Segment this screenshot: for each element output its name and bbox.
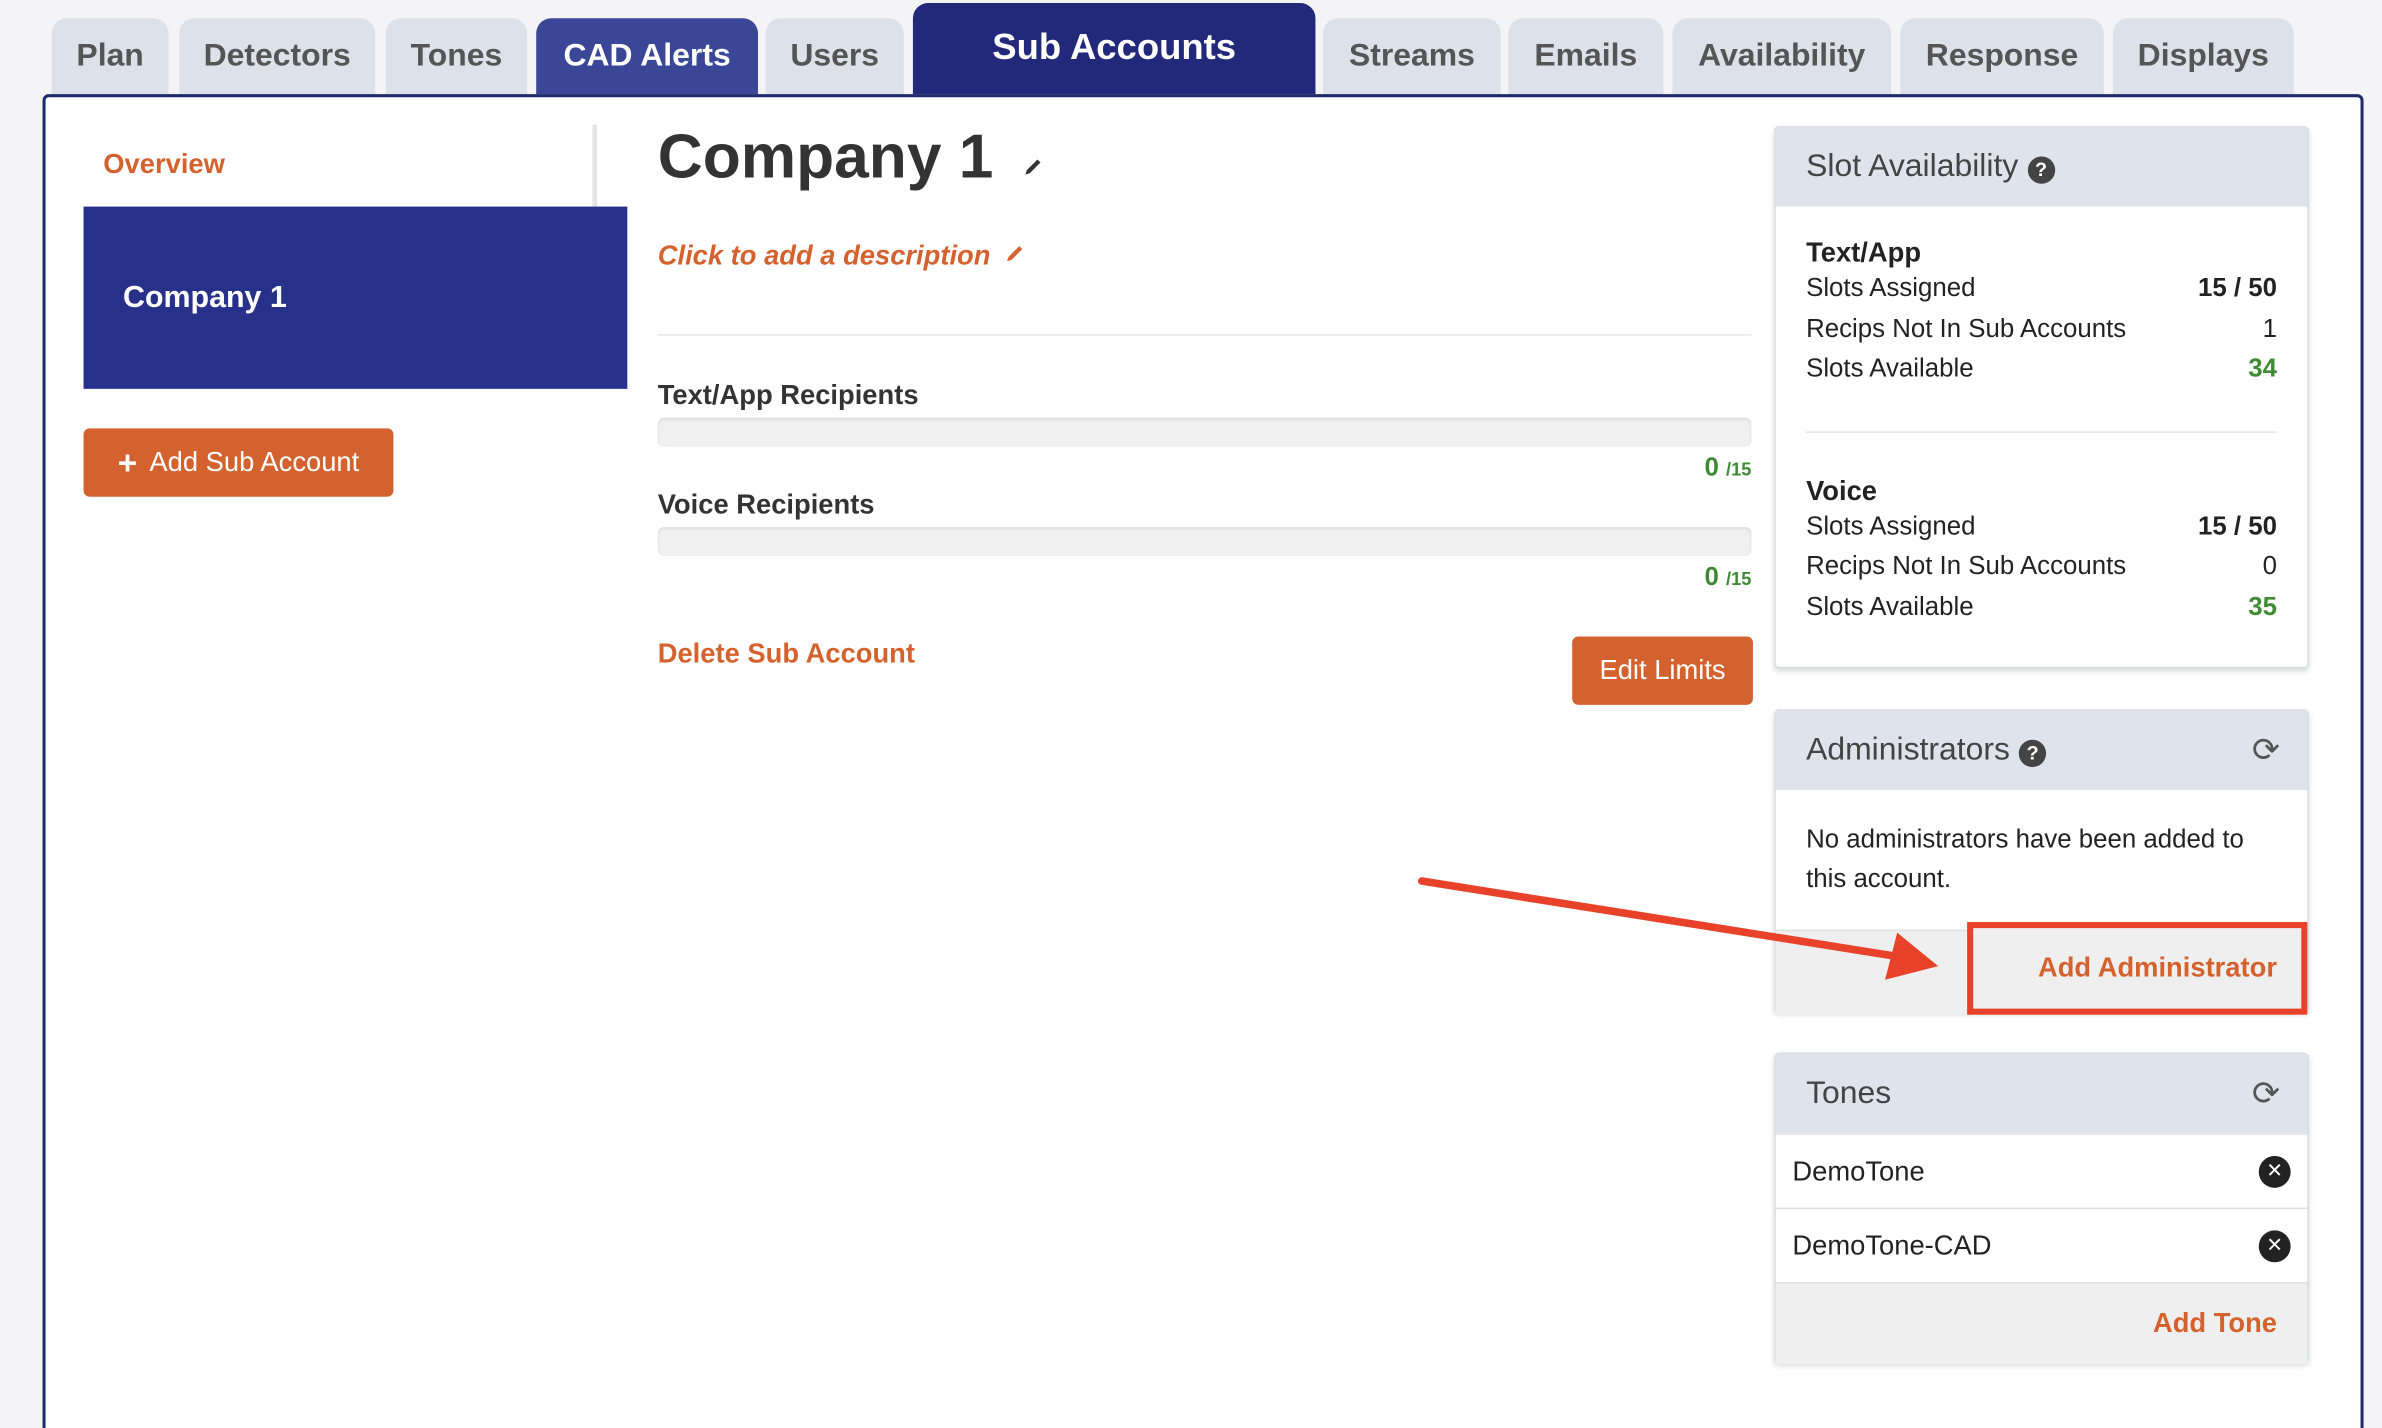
list-item: DemoTone ✕ [1775, 1133, 2308, 1207]
tab-plan[interactable]: Plan [51, 18, 169, 95]
page-title-text: Company 1 [657, 121, 994, 192]
row-label: Recips Not In Sub Accounts [1806, 314, 2127, 343]
card-header: Administrators? ⟳ [1775, 710, 2308, 790]
slot-row: Slots Available 34 [1806, 349, 2277, 389]
slot-row: Slots Assigned 15 / 50 [1806, 269, 2277, 309]
row-label: Recips Not In Sub Accounts [1806, 551, 2127, 581]
page-title: Company 1 [658, 122, 1044, 193]
section-heading: Voice [1806, 474, 1878, 506]
text-recipients-count: 0 /15 [1704, 453, 1751, 483]
add-sub-account-label: Add Sub Account [149, 446, 360, 477]
card-header: Tones ⟳ [1775, 1054, 2308, 1134]
section-heading: Text/App [1806, 236, 1922, 268]
refresh-icon[interactable]: ⟳ [2252, 731, 2280, 770]
row-label: Slots Available [1806, 354, 1974, 384]
add-sub-account-button[interactable]: + Add Sub Account [83, 428, 394, 497]
text-recipients-bar [657, 417, 1752, 447]
divider [657, 334, 1752, 336]
row-label: Slots Assigned [1806, 273, 1976, 303]
remove-icon[interactable]: ✕ [2258, 1229, 2291, 1262]
plus-icon: + [117, 442, 138, 481]
count-value: 0 [1704, 562, 1719, 591]
tab-availability[interactable]: Availability [1672, 18, 1892, 95]
sidebar-item-company[interactable]: Company 1 [83, 206, 628, 389]
row-value: 1 [2262, 314, 2277, 343]
nav-divider [592, 124, 597, 207]
voice-recipients-bar [657, 527, 1752, 556]
count-limit: /15 [1726, 568, 1752, 590]
pencil-icon[interactable] [1023, 156, 1044, 177]
tones-card: Tones ⟳ DemoTone ✕ DemoTone-CAD ✕ Add To… [1774, 1052, 2309, 1365]
overview-link[interactable]: Overview [103, 149, 225, 181]
tab-detectors[interactable]: Detectors [179, 18, 376, 95]
row-value: 15 / 50 [2197, 273, 2277, 303]
row-value: 35 [2248, 592, 2277, 621]
add-administrator-button[interactable]: Add Administrator [1967, 922, 2308, 1015]
slot-row: Slots Available 35 [1806, 587, 2277, 627]
refresh-icon[interactable]: ⟳ [2252, 1074, 2280, 1113]
help-icon[interactable]: ? [2019, 738, 2047, 767]
tone-name: DemoTone [1792, 1155, 1925, 1186]
help-icon[interactable]: ? [2027, 155, 2055, 184]
card-title: Slot Availability? [1806, 149, 2055, 185]
row-value: 34 [2248, 354, 2277, 384]
add-tone-link[interactable]: Add Tone [2153, 1308, 2277, 1340]
sidebar-item-label: Company 1 [123, 280, 287, 314]
remove-icon[interactable]: ✕ [2258, 1155, 2291, 1188]
row-value: 0 [2262, 551, 2277, 581]
list-item: DemoTone-CAD ✕ [1775, 1207, 2308, 1282]
pencil-icon [1007, 246, 1023, 262]
row-label: Slots Assigned [1806, 511, 1976, 541]
row-value: 15 / 50 [2197, 511, 2277, 541]
card-header: Slot Availability? [1775, 127, 2308, 207]
tab-emails[interactable]: Emails [1508, 18, 1664, 95]
tab-cad-alerts[interactable]: CAD Alerts [536, 18, 758, 95]
empty-state-text: No administrators have been added to thi… [1806, 824, 2244, 894]
card-title: Administrators? [1806, 732, 2047, 768]
tab-users[interactable]: Users [765, 18, 904, 95]
tone-name: DemoTone-CAD [1792, 1229, 1992, 1261]
slot-row: Slots Assigned 15 / 50 [1806, 507, 2277, 547]
voice-recipients-label: Voice Recipients [657, 489, 875, 520]
count-limit: /15 [1726, 458, 1752, 481]
count-value: 0 [1704, 452, 1719, 482]
slot-availability-card: Slot Availability? Text/App Slots Assign… [1774, 126, 2309, 669]
row-label: Slots Available [1806, 592, 1974, 621]
tab-sub-accounts[interactable]: Sub Accounts [912, 3, 1316, 95]
card-title-text: Slot Availability [1806, 148, 2019, 184]
card-title: Tones [1806, 1075, 1892, 1111]
description-prompt[interactable]: Click to add a description [658, 240, 1026, 272]
slot-row: Recips Not In Sub Accounts 1 [1806, 309, 2277, 349]
edit-limits-button[interactable]: Edit Limits [1572, 636, 1753, 705]
tab-displays[interactable]: Displays [2112, 18, 2294, 95]
description-prompt-text: Click to add a description [657, 240, 991, 271]
tab-tones[interactable]: Tones [385, 18, 528, 95]
tab-response[interactable]: Response [1900, 18, 2104, 95]
tab-streams[interactable]: Streams [1323, 18, 1501, 95]
voice-recipients-count: 0 /15 [1704, 562, 1751, 592]
slot-row: Recips Not In Sub Accounts 0 [1806, 547, 2277, 587]
text-app-section: Text/App Slots Assigned 15 / 50 Recips No… [1776, 207, 2308, 390]
delete-sub-account-link[interactable]: Delete Sub Account [658, 638, 915, 670]
card-title-text: Administrators [1806, 732, 2010, 768]
card-footer: Add Tone [1775, 1282, 2308, 1365]
voice-section: Voice Slots Assigned 15 / 50 Recips Not I… [1776, 432, 2308, 627]
text-recipients-label: Text/App Recipients [657, 379, 919, 411]
